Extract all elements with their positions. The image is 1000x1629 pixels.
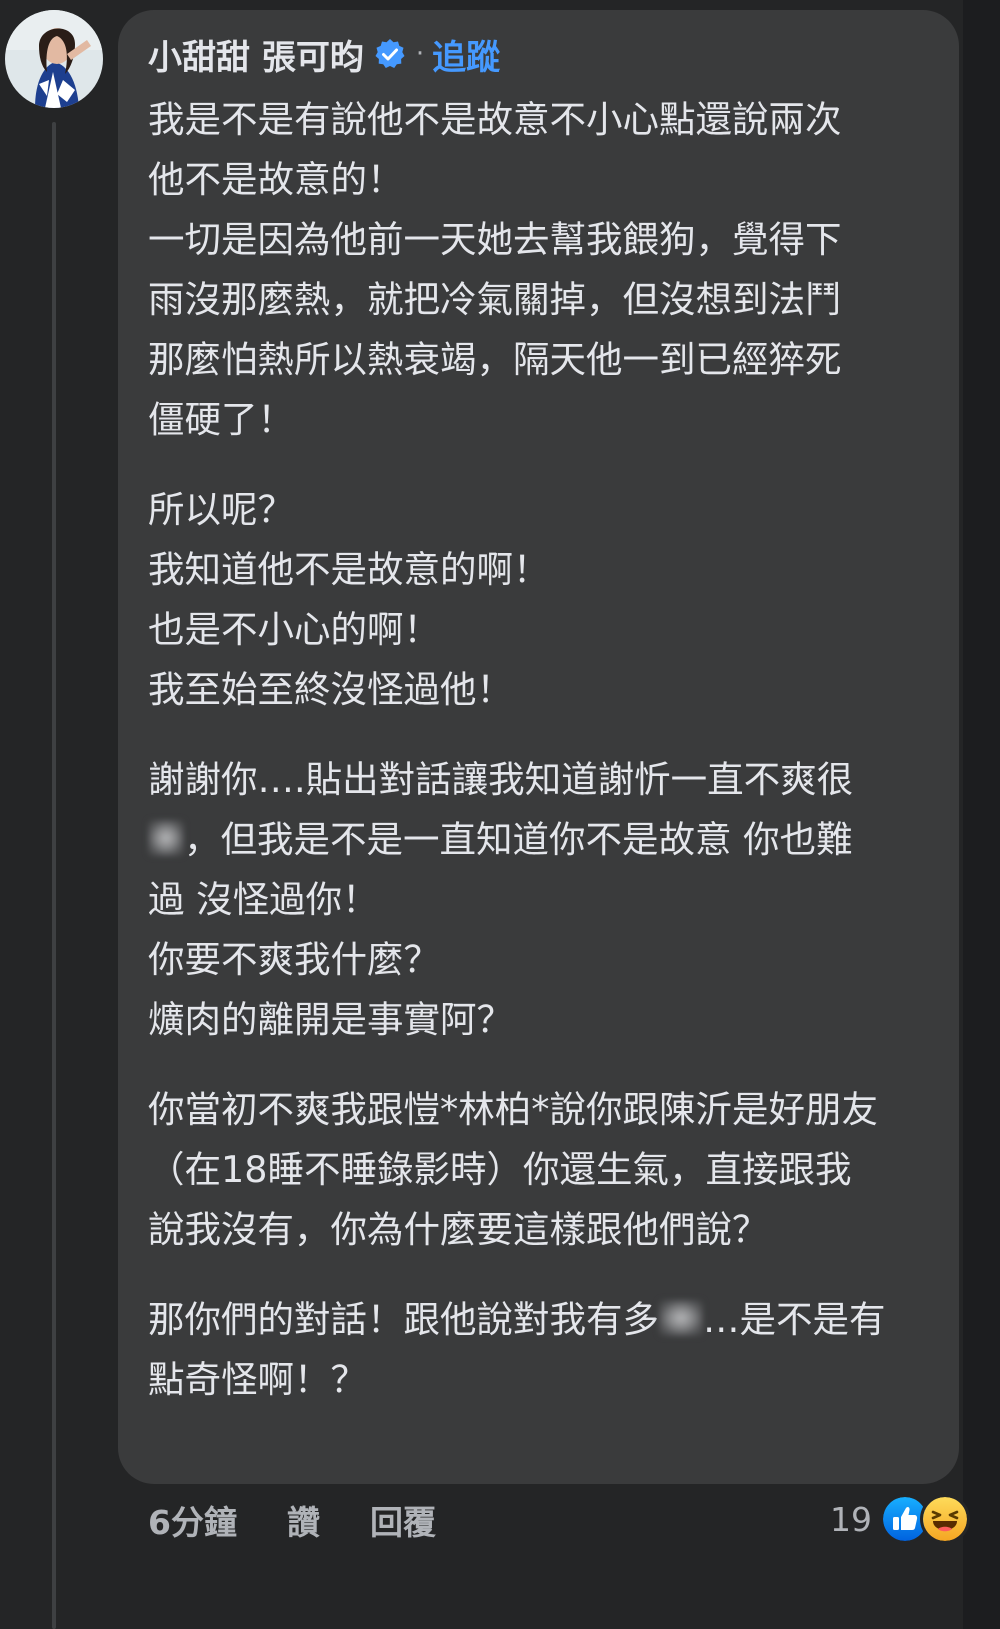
reaction-count: 19 [830, 1499, 872, 1539]
text-line: 我知道他不是故意的啊！ [148, 548, 550, 591]
separator-dot: · [415, 39, 425, 69]
redacted-character [659, 1300, 703, 1336]
text-line: （在18睡不睡錄影時）你還生氣，直接跟我 [148, 1148, 852, 1191]
text-line: 所以呢？ [148, 488, 294, 531]
text-line: 我至始至終沒怪過他！ [148, 668, 513, 711]
follow-button[interactable]: 追蹤 [432, 30, 500, 79]
author-name[interactable]: 小甜甜 張可昀 [148, 30, 364, 79]
comment-header: 小甜甜 張可昀 · 追蹤 [148, 30, 500, 78]
text-line: 點奇怪啊！？ [148, 1358, 367, 1401]
avatar-image [5, 10, 103, 108]
reaction-summary[interactable]: 19 [830, 1494, 970, 1544]
avatar[interactable] [5, 10, 103, 108]
reply-button[interactable]: 回覆 [370, 1496, 436, 1544]
verified-badge-icon [375, 39, 405, 68]
text-line: 謝謝你….貼出對話讓我知道謝忻一直不爽很 [148, 758, 854, 801]
redacted-character [148, 820, 184, 856]
text-line: 你要不爽我什麼？ [148, 938, 440, 981]
text-line: 那麼怕熱所以熱衰竭，隔天他一到已經猝死 [148, 338, 842, 381]
text-line: 爌肉的離開是事實阿？ [148, 998, 513, 1041]
haha-icon [920, 1494, 970, 1544]
comment-text: 我是不是有說他不是故意不小心點還說兩次 他不是故意的！ 一切是因為他前一天她去幫… [148, 90, 948, 1410]
thread-connector-line [52, 122, 56, 1629]
text-line: 過 沒怪過你！ [148, 878, 379, 921]
text-line: 那你們的對話！跟他說對我有多 …是不是有 [148, 1290, 948, 1350]
text-line: 雨沒那麼熱，就把冷氣關掉，但沒想到法鬥 [148, 278, 842, 321]
text-line: ，但我是不是一直知道你不是故意 你也難 [148, 810, 948, 870]
text-line: 也是不小心的啊！ [148, 608, 440, 651]
text-fragment: ，但我是不是一直知道你不是故意 你也難 [184, 818, 853, 861]
text-line: 他不是故意的！ [148, 158, 404, 201]
text-line: 你當初不爽我跟愷*林柏*說你跟陳沂是好朋友 [148, 1088, 878, 1131]
comment-timestamp[interactable]: 6分鐘 [148, 1496, 237, 1544]
text-line: 說我沒有，你為什麼要這樣跟他們說？ [148, 1208, 769, 1251]
comment-thread: 小甜甜 張可昀 · 追蹤 我是不是有說他不是故意不小心點還說兩次 他不是故意的！… [0, 0, 970, 1629]
like-button[interactable]: 讚 [287, 1496, 320, 1544]
text-fragment: …是不是有 [703, 1298, 886, 1341]
text-line: 僵硬了！ [148, 398, 294, 441]
text-line: 一切是因為他前一天她去幫我餵狗，覺得下 [148, 218, 842, 261]
text-fragment: 那你們的對話！跟他說對我有多 [148, 1298, 659, 1341]
comment-actions: 6分鐘 讚 回覆 [148, 1498, 436, 1542]
comment-bubble: 小甜甜 張可昀 · 追蹤 我是不是有說他不是故意不小心點還說兩次 他不是故意的！… [118, 10, 959, 1484]
text-line: 我是不是有說他不是故意不小心點還說兩次 [148, 98, 842, 141]
